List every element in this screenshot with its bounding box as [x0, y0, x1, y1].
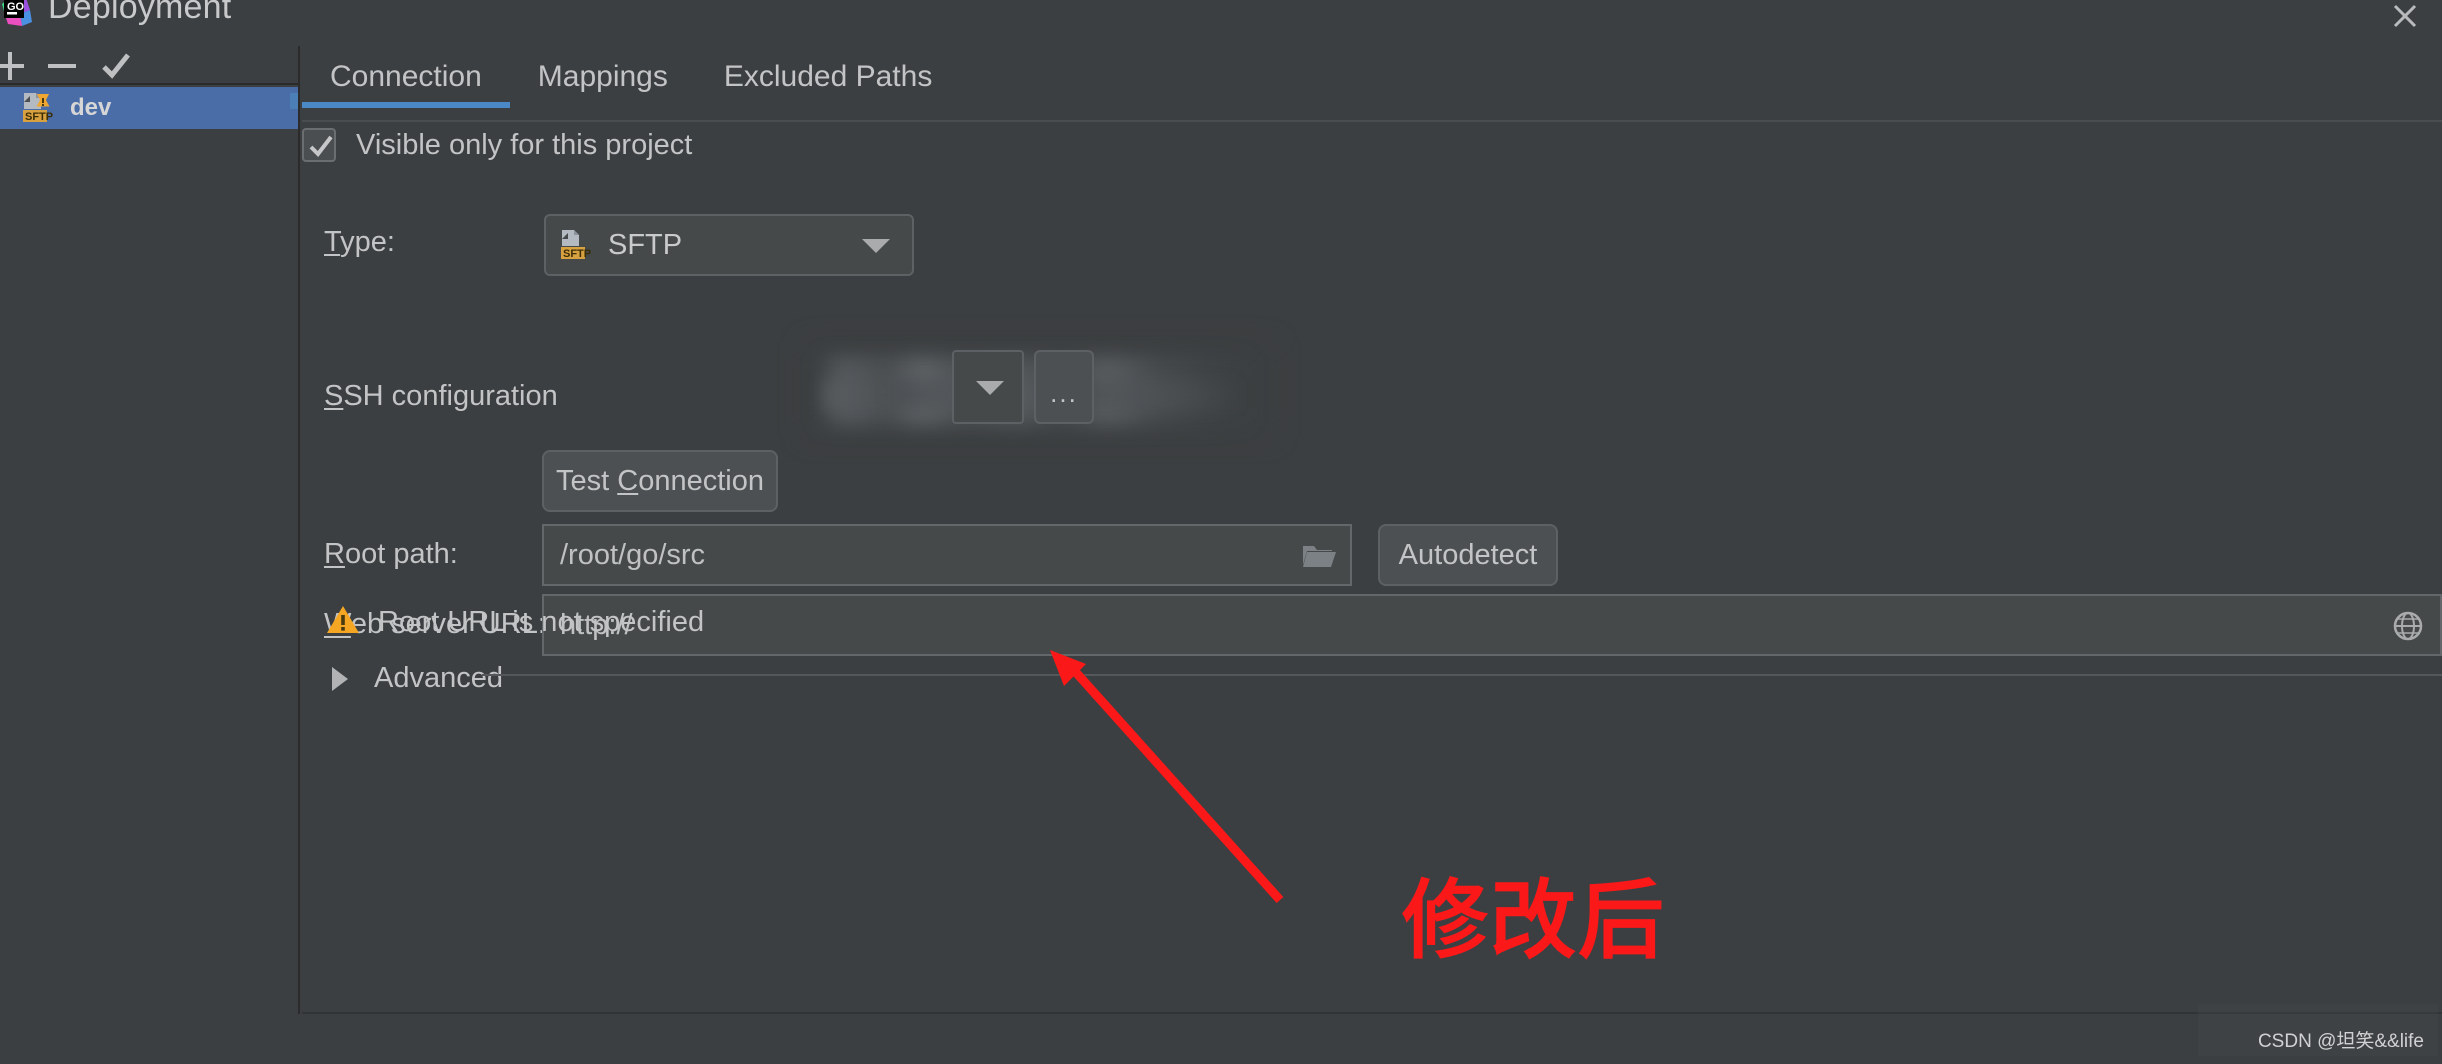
ssh-configuration-label: SSH configuration [324, 380, 558, 412]
server-list-item-dev[interactable]: SFTP dev [0, 87, 298, 129]
folder-icon[interactable] [1302, 540, 1336, 575]
root-path-label-rest: oot path: [344, 538, 458, 570]
sftp-icon: SFTP [560, 229, 594, 261]
advanced-label: Advanced [374, 662, 503, 694]
test-connection-button[interactable]: Test Connection [542, 450, 778, 512]
connection-settings-panel: Connection Mappings Excluded Paths Visib… [302, 46, 2442, 1064]
add-server-button[interactable] [0, 48, 28, 84]
warning-triangle-icon [326, 604, 360, 641]
ssh-configuration-label-rest: SH configuration [343, 380, 558, 412]
annotation-note-text: 修改后 [1402, 873, 1666, 969]
tab-mappings[interactable]: Mappings [510, 46, 696, 94]
autodetect-button[interactable]: Autodetect [1378, 524, 1558, 586]
connection-form: Visible only for this project Type: SFTP… [302, 128, 2442, 694]
remove-server-button[interactable] [44, 48, 80, 84]
close-icon[interactable] [2382, 0, 2426, 44]
svg-text:GO: GO [7, 1, 25, 13]
visible-only-row[interactable]: Visible only for this project [302, 128, 2442, 162]
check-icon [309, 135, 333, 158]
chevron-down-icon[interactable] [976, 381, 1004, 395]
advanced-section-toggle[interactable]: Advanced [332, 662, 503, 695]
tab-excluded-paths[interactable]: Excluded Paths [696, 46, 960, 94]
server-list: SFTP dev [0, 87, 298, 129]
bottom-strip [0, 1014, 2442, 1064]
test-connection-label: Test Connection [556, 464, 764, 497]
advanced-separator [482, 674, 2442, 676]
goland-logo-icon: GO [0, 0, 34, 28]
use-as-default-button[interactable] [98, 48, 134, 84]
ssh-configuration-browse-button[interactable]: ... [1034, 350, 1094, 424]
type-label-rest: ype: [340, 226, 395, 258]
server-list-item-label: dev [70, 94, 112, 121]
root-url-warning-text: Root URL is not specified [378, 606, 705, 638]
chevron-right-icon[interactable] [332, 666, 348, 691]
servers-toolbar [0, 46, 298, 85]
type-combobox[interactable]: SFTP SFTP [544, 214, 914, 276]
watermark-text: CSDN @坦笑&&life [2257, 1031, 2424, 1052]
autodetect-label: Autodetect [1398, 538, 1538, 571]
globe-icon[interactable] [2392, 610, 2424, 647]
deployment-dialog: GO Deployment SFTP dev Connection Mappin… [0, 0, 2442, 1064]
tab-connection[interactable]: Connection [302, 46, 510, 108]
svg-text:SFTP: SFTP [563, 248, 591, 260]
type-value: SFTP [608, 228, 683, 261]
tab-divider [302, 120, 2442, 122]
type-label: Type: [324, 226, 395, 258]
ssh-configuration-browse-label: ... [1050, 377, 1078, 408]
ssh-configuration-blurred-value-2 [822, 380, 1242, 410]
ssh-configuration-combobox[interactable] [952, 350, 1024, 424]
web-server-url-input[interactable]: http:// [542, 594, 2442, 656]
title-bar: GO Deployment [0, 0, 2442, 46]
svg-text:SFTP: SFTP [25, 111, 53, 123]
visible-only-label: Visible only for this project [356, 128, 693, 161]
sftp-warning-icon: SFTP [22, 92, 56, 124]
root-path-label: Root path: [324, 538, 458, 570]
settings-tabs: Connection Mappings Excluded Paths [302, 46, 960, 108]
root-path-value: /root/go/src [560, 538, 706, 571]
servers-panel: SFTP dev [0, 46, 300, 1064]
root-path-input[interactable]: /root/go/src [542, 524, 1352, 586]
scrollbar-thumb[interactable] [290, 93, 298, 109]
page-title: Deployment [48, 0, 232, 26]
chevron-down-icon[interactable] [862, 239, 890, 253]
root-url-warning: Root URL is not specified [326, 604, 704, 641]
visible-only-checkbox[interactable] [302, 128, 336, 162]
